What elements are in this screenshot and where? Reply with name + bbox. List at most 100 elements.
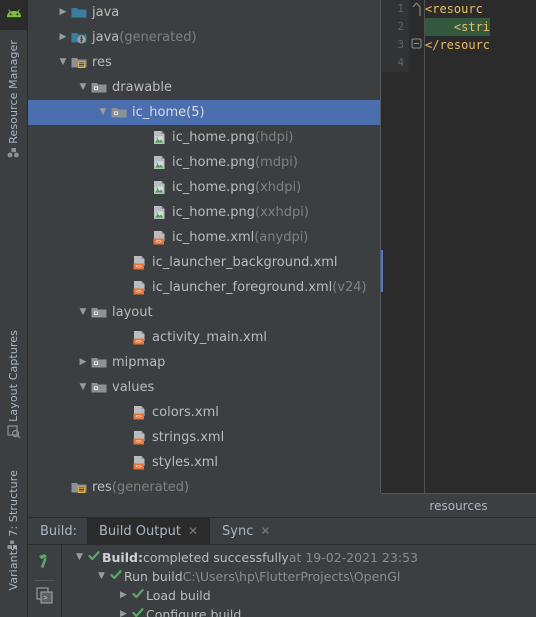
tree-row-suffix: (generated) bbox=[111, 480, 190, 495]
tree-row-label: java bbox=[92, 5, 120, 20]
tree-row[interactable]: ic_home.png (mdpi) bbox=[28, 150, 380, 175]
build-toolbar: > bbox=[28, 545, 62, 617]
tree-row-label: ic_home.png bbox=[172, 180, 255, 195]
tree-row-label: ic_home.png bbox=[172, 205, 255, 220]
chevron-right-icon[interactable]: ▶ bbox=[117, 586, 130, 605]
code-editor[interactable]: 1 <resourc 2 <stri 3 </resourc 4 bbox=[381, 0, 536, 493]
editor-code-text: </resourc bbox=[425, 38, 491, 52]
project-tree[interactable]: ▶ java ▶ java (generated) ▼ res ▼ drawable ▼ ic_h… bbox=[28, 0, 380, 517]
chevron-right-icon[interactable]: ▶ bbox=[76, 350, 90, 375]
tree-row-label: strings.xml bbox=[152, 430, 225, 445]
tab-build-output[interactable]: Build Output ✕ bbox=[87, 517, 211, 545]
tree-row[interactable]: <> strings.xml bbox=[28, 425, 380, 450]
close-icon[interactable]: ✕ bbox=[260, 524, 270, 538]
tree-row[interactable]: <> ic_launcher_background.xml bbox=[28, 250, 380, 275]
toolbar-divider bbox=[34, 580, 55, 581]
tree-row-label: ic_home bbox=[132, 105, 187, 120]
tree-row[interactable]: <> ic_home.xml (anydpi) bbox=[28, 225, 380, 250]
folder-gray-icon bbox=[110, 106, 128, 119]
breadcrumb-label: resources bbox=[429, 498, 488, 513]
tree-row-suffix: (anydpi) bbox=[254, 230, 309, 245]
fold-region-icon[interactable] bbox=[409, 0, 423, 18]
editor-line[interactable]: 4 bbox=[381, 54, 536, 72]
chevron-down-icon[interactable]: ▼ bbox=[96, 100, 110, 125]
hammer-build-icon[interactable] bbox=[35, 551, 55, 574]
tree-row[interactable]: <> styles.xml bbox=[28, 450, 380, 475]
chevron-down-icon[interactable]: ▼ bbox=[76, 375, 90, 400]
tree-row[interactable]: <> activity_main.xml bbox=[28, 325, 380, 350]
sidebar-item-label: 7: Structure bbox=[7, 470, 20, 537]
fold-collapse-icon[interactable] bbox=[409, 36, 423, 54]
chevron-down-icon[interactable]: ▼ bbox=[56, 50, 70, 75]
tree-row-clipped[interactable] bbox=[28, 500, 380, 517]
tree-row[interactable]: ic_home.png (hdpi) bbox=[28, 125, 380, 150]
status-success-icon bbox=[86, 548, 102, 567]
tree-row-label: ic_home.xml bbox=[172, 230, 255, 245]
line-number: 2 bbox=[381, 18, 409, 36]
editor-line[interactable]: 3 </resourc bbox=[381, 36, 536, 54]
build-log-row[interactable]: ▶ Configure build bbox=[63, 605, 536, 617]
tree-row[interactable]: ▼ res bbox=[28, 50, 380, 75]
build-log-row[interactable]: ▼ Run build C:\Users\hp\FlutterProjects\O… bbox=[63, 567, 536, 586]
tree-row-label: ic_launcher_foreground.xml bbox=[152, 280, 333, 295]
android-studio-icon[interactable] bbox=[0, 0, 28, 30]
tree-row-suffix: (hdpi) bbox=[255, 130, 294, 145]
tree-row[interactable]: ▶ java (generated) bbox=[28, 25, 380, 50]
svg-text:<>: <> bbox=[135, 339, 142, 345]
sidebar-item-variants[interactable]: Variants bbox=[0, 545, 27, 591]
tree-row-suffix: (v24) bbox=[332, 280, 367, 295]
left-tool-rail: Resource Manager Layout Captures 7: Stru… bbox=[0, 0, 28, 617]
log-text: Load build bbox=[146, 588, 211, 603]
chevron-right-icon[interactable]: ▶ bbox=[56, 0, 70, 25]
svg-text:<>: <> bbox=[135, 264, 142, 270]
tree-row[interactable]: ▼ drawable bbox=[28, 75, 380, 100]
chevron-right-icon[interactable]: ▶ bbox=[56, 25, 70, 50]
build-log-row[interactable]: ▶ Load build bbox=[63, 586, 536, 605]
file-xml-icon: <> bbox=[130, 255, 148, 270]
chevron-down-icon[interactable]: ▼ bbox=[73, 548, 86, 567]
tree-row[interactable]: ▼ layout bbox=[28, 300, 380, 325]
file-png-icon bbox=[150, 205, 168, 220]
editor-line[interactable]: 2 <stri bbox=[381, 18, 536, 36]
chevron-down-icon[interactable]: ▼ bbox=[95, 567, 108, 586]
chevron-right-icon[interactable]: ▶ bbox=[117, 605, 130, 617]
log-text: Run build bbox=[124, 569, 183, 584]
svg-text:<>: <> bbox=[135, 414, 142, 420]
tree-row-label: ic_home.png bbox=[172, 155, 255, 170]
build-log-row[interactable]: ▼ Build: completed successfully at 19-02-… bbox=[63, 548, 536, 567]
log-detail: at 19-02-2021 23:53 bbox=[288, 550, 418, 565]
tree-row[interactable]: ▼ values bbox=[28, 375, 380, 400]
tree-row[interactable]: <> ic_launcher_foreground.xml (v24) bbox=[28, 275, 380, 300]
status-success-icon bbox=[108, 567, 124, 586]
chevron-down-icon[interactable]: ▼ bbox=[76, 75, 90, 100]
resource-manager-icon bbox=[7, 147, 20, 161]
tree-row[interactable]: res (generated) bbox=[28, 475, 380, 500]
build-label: Build: bbox=[40, 523, 78, 539]
editor-breadcrumb[interactable]: resources bbox=[381, 493, 536, 517]
file-xml-icon: <> bbox=[130, 280, 148, 295]
tree-row[interactable]: ic_home.png (xhdpi) bbox=[28, 175, 380, 200]
tree-row[interactable]: <> colors.xml bbox=[28, 400, 380, 425]
tree-row-suffix: (5) bbox=[186, 105, 205, 120]
tab-sync[interactable]: Sync ✕ bbox=[210, 518, 282, 545]
tree-row[interactable]: ▼ ic_home (5) bbox=[28, 100, 380, 125]
close-icon[interactable]: ✕ bbox=[188, 524, 198, 538]
tree-row[interactable]: ic_home.png (xxhdpi) bbox=[28, 200, 380, 225]
tree-row[interactable]: ▶ java bbox=[28, 0, 380, 25]
folder-java-generated-icon bbox=[70, 31, 88, 44]
file-xml-icon: <> bbox=[130, 405, 148, 420]
console-toggle-icon[interactable]: > bbox=[35, 587, 54, 608]
file-png-icon bbox=[150, 180, 168, 195]
sidebar-item-layout-captures[interactable]: Layout Captures bbox=[0, 330, 27, 445]
file-xml-icon: <> bbox=[130, 455, 148, 470]
chevron-down-icon[interactable]: ▼ bbox=[76, 300, 90, 325]
tree-row[interactable]: ▶ mipmap bbox=[28, 350, 380, 375]
sidebar-item-resource-manager[interactable]: Resource Manager bbox=[0, 40, 27, 164]
status-success-icon bbox=[130, 605, 146, 617]
editor-line[interactable]: 1 <resourc bbox=[381, 0, 536, 18]
build-tab-bar: Build: Build Output ✕ Sync ✕ bbox=[28, 517, 536, 545]
tree-row-label: res bbox=[92, 480, 112, 495]
svg-text:<>: <> bbox=[135, 439, 142, 445]
build-output-log[interactable]: ▼ Build: completed successfully at 19-02-… bbox=[63, 545, 536, 617]
tab-label: Build Output bbox=[99, 523, 181, 539]
